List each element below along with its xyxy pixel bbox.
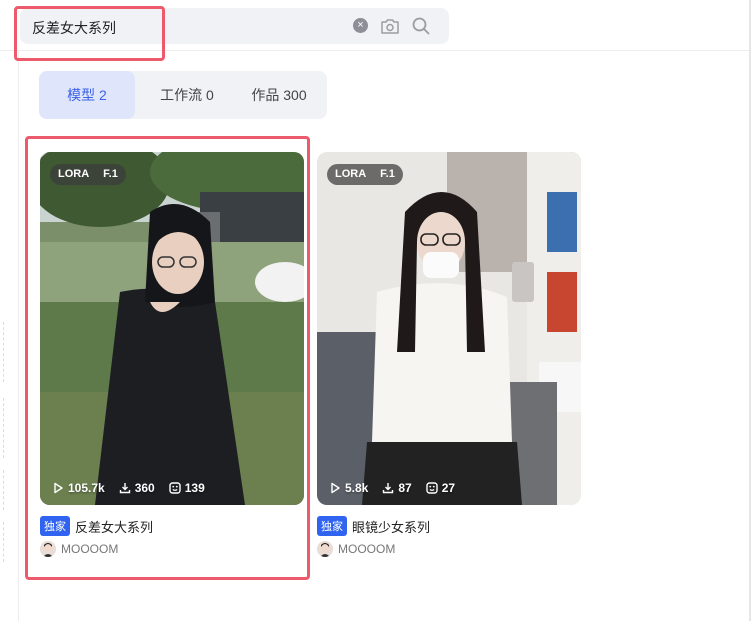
- sidebar-divider: [18, 50, 19, 621]
- tab-works[interactable]: 作品 300: [235, 71, 323, 119]
- play-icon: [331, 482, 340, 494]
- exclusive-tag: 独家: [317, 516, 347, 536]
- model-badges: LORA F.1: [327, 164, 403, 185]
- image-icon: [426, 482, 438, 494]
- play-count: 5.8k: [345, 481, 369, 495]
- model-stats: 5.8k 87 27: [329, 481, 455, 495]
- image-count: 27: [441, 481, 456, 495]
- badge-base-model: F.1: [380, 168, 395, 180]
- avatar[interactable]: [317, 541, 333, 557]
- author-name[interactable]: MOOOOM: [338, 542, 395, 556]
- sidebar-stub: [0, 522, 4, 562]
- model-thumbnail[interactable]: LORA F.1 5.8k 87 27: [317, 152, 581, 505]
- badge-lora: LORA: [335, 168, 367, 180]
- search-icon[interactable]: [411, 16, 431, 41]
- model-title-row[interactable]: 独家 眼镜少女系列: [317, 516, 430, 536]
- tab-models[interactable]: 模型 2: [39, 71, 135, 119]
- clear-icon[interactable]: ×: [353, 18, 368, 33]
- download-count: 87: [398, 481, 412, 495]
- sidebar-stub: [0, 322, 4, 382]
- model-title[interactable]: 眼镜少女系列: [352, 517, 430, 536]
- model-author-row[interactable]: MOOOOM: [317, 541, 395, 557]
- result-tabs: 模型 2 工作流 0 作品 300: [39, 71, 327, 119]
- tab-workflows[interactable]: 工作流 0: [143, 71, 231, 119]
- camera-icon[interactable]: [380, 17, 400, 40]
- highlight-box-search: [14, 6, 165, 61]
- download-icon: [383, 483, 394, 494]
- highlight-box-card: [25, 136, 310, 580]
- sidebar-stub: [0, 470, 4, 510]
- sidebar-stub: [0, 398, 4, 458]
